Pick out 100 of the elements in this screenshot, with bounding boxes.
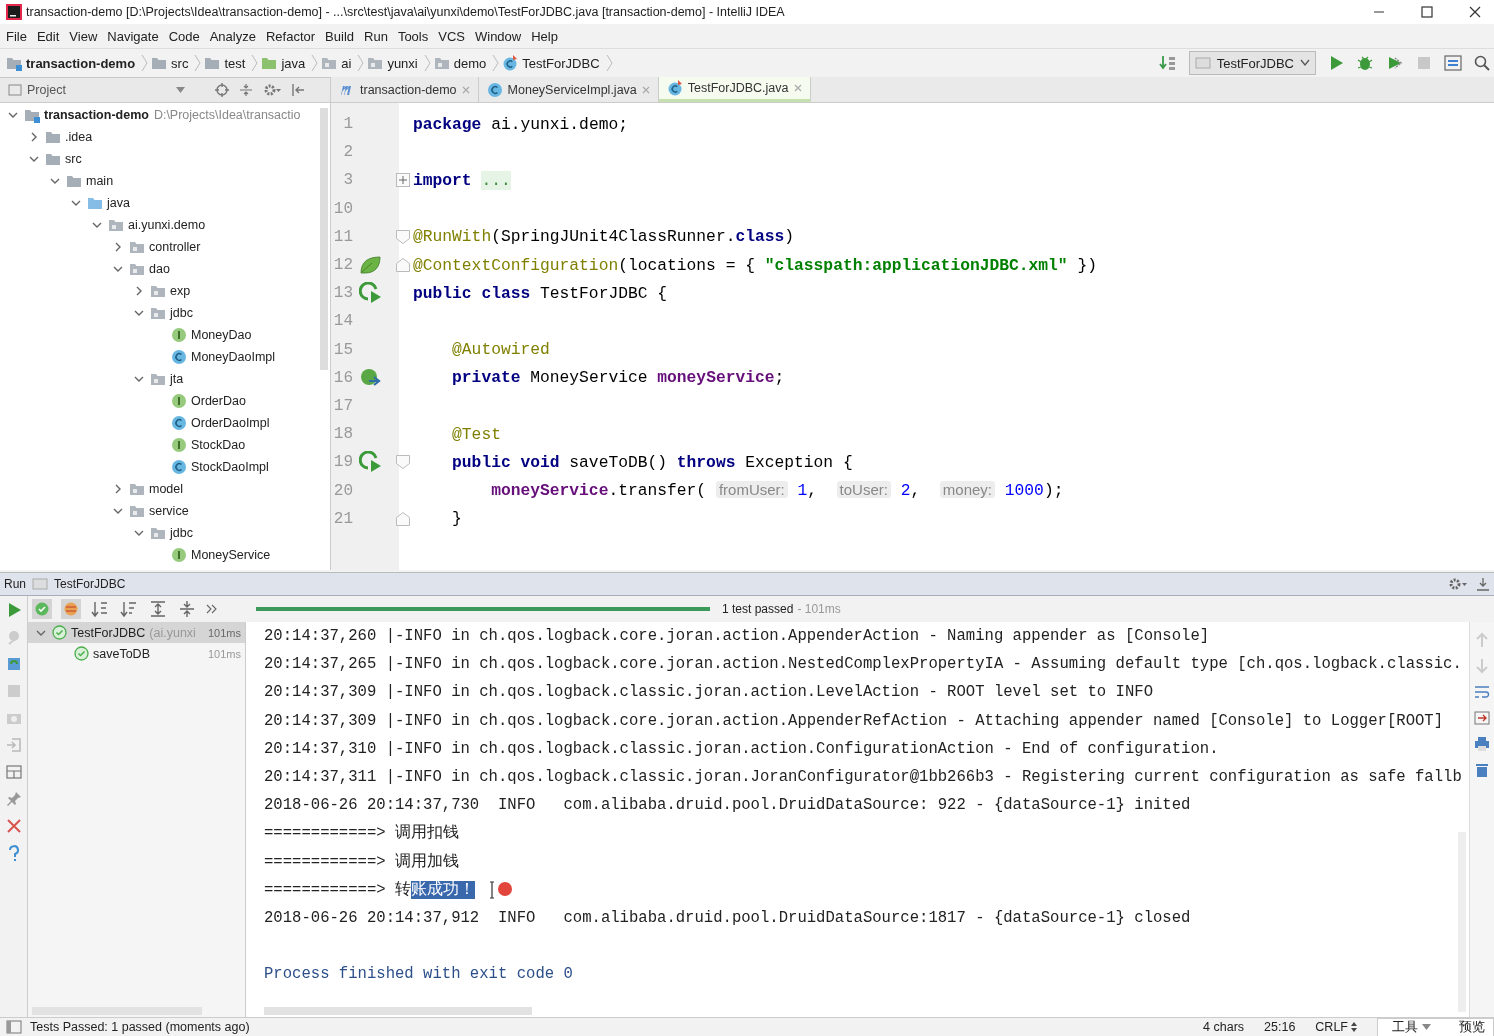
show-ignored-icon[interactable] <box>61 599 81 619</box>
exit-icon <box>5 737 22 753</box>
more-chevrons-icon[interactable] <box>206 604 218 614</box>
editor-tab[interactable]: TestForJDBC.java <box>658 77 811 102</box>
menu-item[interactable]: Code <box>164 26 206 46</box>
tree-item[interactable]: controller <box>0 236 330 258</box>
run-tab[interactable]: TestForJDBC <box>54 577 126 591</box>
separator-chevron-icon <box>251 53 259 73</box>
code-line: package ai.yunxi.demo; <box>413 114 628 134</box>
soft-wrap-icon[interactable] <box>1474 684 1490 700</box>
ime-button[interactable]: 预览 <box>1459 1018 1485 1036</box>
test-item[interactable]: saveToDB 101ms <box>28 643 245 664</box>
menu-item[interactable]: Analyze <box>205 26 262 46</box>
menu-item[interactable]: Tools <box>393 26 435 46</box>
settings-icon[interactable] <box>263 82 281 97</box>
tree-item[interactable]: jdbc <box>0 522 330 544</box>
tree-item[interactable]: src <box>0 148 330 170</box>
run-test-icon[interactable] <box>359 451 383 474</box>
trash-icon[interactable] <box>1474 762 1490 778</box>
leaf-icon[interactable] <box>359 255 381 276</box>
expand-all-icon[interactable] <box>148 600 168 618</box>
tree-item[interactable]: jdbc <box>0 302 330 324</box>
search-icon[interactable] <box>1474 55 1490 71</box>
tree-item[interactable]: main <box>0 170 330 192</box>
package-icon <box>367 55 384 71</box>
expand-fold-icon[interactable] <box>396 173 410 188</box>
menu-item[interactable]: Refactor <box>261 26 322 46</box>
menu-item[interactable]: Run <box>360 26 394 46</box>
fold-marker-icon[interactable] <box>396 229 410 244</box>
breadcrumb[interactable]: transaction-demo <box>6 55 139 71</box>
tree-item[interactable]: exp <box>0 280 330 302</box>
coverage-icon[interactable] <box>1386 55 1404 71</box>
breadcrumb[interactable]: TestForJDBC <box>502 55 603 71</box>
collapse-all-icon[interactable] <box>177 600 197 618</box>
fold-marker-icon[interactable] <box>396 511 410 526</box>
breadcrumb[interactable]: ai <box>321 55 355 71</box>
fold-marker-icon[interactable] <box>396 258 410 273</box>
breadcrumb[interactable]: src <box>151 55 192 71</box>
menu-item[interactable]: File <box>2 26 33 46</box>
tree-item[interactable]: dao <box>0 258 330 280</box>
tree-item[interactable]: jta <box>0 368 330 390</box>
tree-item[interactable]: MoneyDaoImpl <box>0 346 330 368</box>
sort-duration-icon[interactable] <box>119 600 139 618</box>
hide-panel-icon[interactable] <box>291 82 305 97</box>
breadcrumb[interactable]: demo <box>433 55 490 71</box>
scroll-to-end-icon[interactable] <box>1474 710 1490 726</box>
tree-item[interactable]: model <box>0 478 330 500</box>
tree-item[interactable]: OrderDao <box>0 390 330 412</box>
menu-item[interactable]: Navigate <box>103 26 165 46</box>
settings-icon[interactable] <box>1448 577 1468 591</box>
menu-item[interactable]: Build <box>321 26 360 46</box>
tree-item[interactable]: OrderDaoImpl <box>0 412 330 434</box>
collapse-all-icon[interactable] <box>239 82 253 97</box>
line-separator[interactable]: CRLF <box>1315 1020 1357 1034</box>
code-line: } <box>451 509 462 529</box>
debug-icon[interactable] <box>1356 55 1374 71</box>
tree-item[interactable]: MoneyService <box>0 544 330 566</box>
run-icon[interactable] <box>1328 55 1344 71</box>
pin-icon[interactable] <box>5 791 22 807</box>
menu-item[interactable]: Edit <box>32 26 66 46</box>
menu-item[interactable]: VCS <box>434 26 471 46</box>
maximize-icon[interactable] <box>1420 5 1434 19</box>
show-passed-icon[interactable] <box>32 599 52 619</box>
tree-item[interactable]: StockDaoImpl <box>0 456 330 478</box>
breadcrumb[interactable]: java <box>261 55 309 71</box>
project-structure-icon[interactable] <box>1444 55 1462 71</box>
breadcrumb[interactable]: yunxi <box>367 55 421 71</box>
sort-alpha-icon[interactable] <box>90 600 110 618</box>
tree-item[interactable]: service <box>0 500 330 522</box>
menu-item[interactable]: View <box>65 26 104 46</box>
scrollbar[interactable] <box>264 1007 532 1015</box>
dropdown-caret-icon[interactable] <box>176 86 185 93</box>
locate-icon[interactable] <box>215 82 229 97</box>
breadcrumb[interactable]: test <box>204 55 249 71</box>
test-item[interactable]: TestForJDBC (ai.yunxi 101ms <box>28 622 245 643</box>
separator-chevron-icon <box>194 53 202 73</box>
run-config-dropdown[interactable]: TestForJDBC <box>1188 51 1316 75</box>
panel-toggle-icon[interactable] <box>6 1020 22 1034</box>
hide-panel-icon[interactable] <box>1476 577 1490 591</box>
tree-item[interactable]: MoneyDao <box>0 324 330 346</box>
print-icon[interactable] <box>1474 736 1490 752</box>
fold-marker-icon[interactable] <box>396 455 410 470</box>
layout-icon[interactable] <box>5 764 22 780</box>
sort-download-icon[interactable] <box>1158 55 1177 71</box>
tree-item[interactable]: ai.yunxi.demo <box>0 214 330 236</box>
editor-tab[interactable]: transaction-demo <box>331 77 479 102</box>
tree-item[interactable]: transaction-demo D:\Projects\Idea\transactio <box>0 104 330 126</box>
run-test-icon[interactable] <box>359 282 383 305</box>
editor-tab[interactable]: MoneyServiceImpl.java <box>478 77 659 102</box>
menu-item[interactable]: Help <box>527 26 564 46</box>
menu-item[interactable]: Window <box>470 26 528 46</box>
ime-button[interactable]: 工具 <box>1392 1018 1431 1036</box>
scrollbar[interactable] <box>320 108 328 370</box>
tree-item[interactable]: StockDao <box>0 434 330 456</box>
tree-item[interactable]: .idea <box>0 126 330 148</box>
caret-position[interactable]: 25:16 <box>1264 1020 1296 1034</box>
bean-navigation-icon[interactable] <box>359 366 383 389</box>
tree-item[interactable]: java <box>0 192 330 214</box>
close-icon[interactable] <box>1468 5 1482 19</box>
status-message: Tests Passed: 1 passed (moments ago) <box>30 1020 250 1034</box>
